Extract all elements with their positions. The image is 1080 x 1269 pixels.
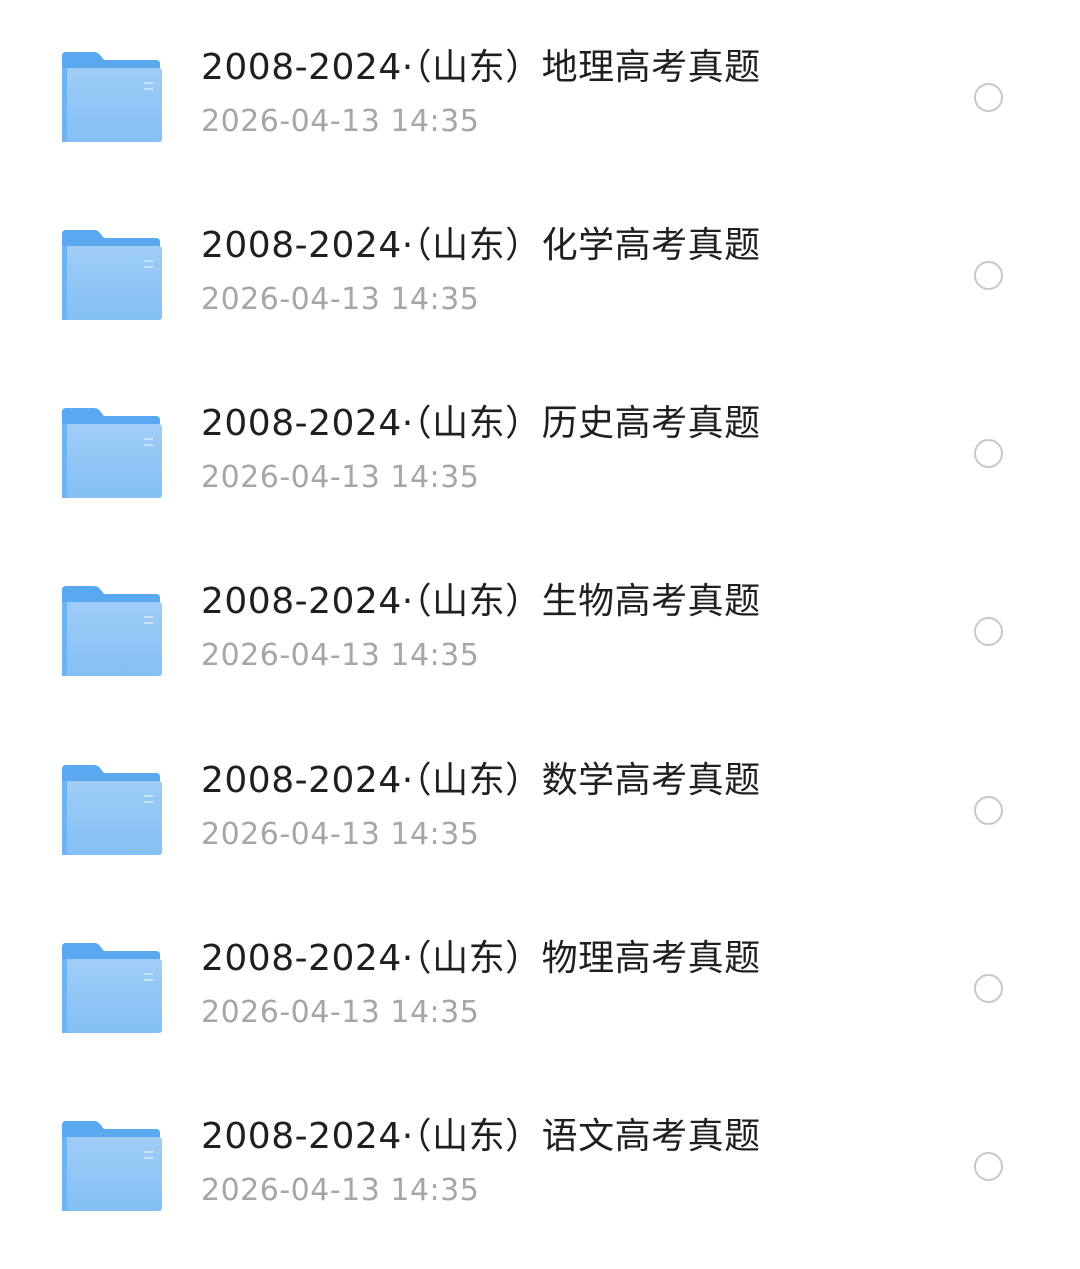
folder-name: 2008-2024·（山东）化学高考真题 xyxy=(201,225,761,266)
folder-name: 2008-2024·（山东）语文高考真题 xyxy=(201,1116,761,1157)
folder-name: 2008-2024·（山东）生物高考真题 xyxy=(201,581,761,622)
folder-icon xyxy=(60,763,164,857)
folder-modified-date: 2026-04-13 14:35 xyxy=(201,1173,480,1208)
folder-list: 2008-2024·（山东）地理高考真题 2026-04-13 14:35 20… xyxy=(0,0,1080,1251)
folder-modified-date: 2026-04-13 14:35 xyxy=(201,995,480,1030)
folder-row[interactable]: 2008-2024·（山东）化学高考真题 2026-04-13 14:35 xyxy=(0,200,1080,378)
folder-name: 2008-2024·（山东）物理高考真题 xyxy=(201,938,761,979)
folder-row[interactable]: 2008-2024·（山东）历史高考真题 2026-04-13 14:35 xyxy=(0,378,1080,556)
folder-modified-date: 2026-04-13 14:35 xyxy=(201,638,480,673)
select-radio-button[interactable] xyxy=(974,83,1003,112)
folder-row[interactable]: 2008-2024·（山东）数学高考真题 2026-04-13 14:35 xyxy=(0,735,1080,913)
select-radio-button[interactable] xyxy=(974,974,1003,1003)
folder-row[interactable]: 2008-2024·（山东）地理高考真题 2026-04-13 14:35 xyxy=(0,22,1080,200)
folder-name: 2008-2024·（山东）数学高考真题 xyxy=(201,760,761,801)
folder-icon xyxy=(60,50,164,144)
select-radio-button[interactable] xyxy=(974,261,1003,290)
folder-modified-date: 2026-04-13 14:35 xyxy=(201,282,480,317)
folder-row[interactable]: 2008-2024·（山东）物理高考真题 2026-04-13 14:35 xyxy=(0,913,1080,1091)
folder-modified-date: 2026-04-13 14:35 xyxy=(201,460,480,495)
folder-row[interactable]: 2008-2024·（山东）生物高考真题 2026-04-13 14:35 xyxy=(0,556,1080,734)
folder-modified-date: 2026-04-13 14:35 xyxy=(201,817,480,852)
select-radio-button[interactable] xyxy=(974,617,1003,646)
folder-icon xyxy=(60,941,164,1035)
folder-row[interactable]: 2008-2024·（山东）语文高考真题 2026-04-13 14:35 xyxy=(0,1091,1080,1269)
folder-icon xyxy=(60,584,164,678)
folder-icon xyxy=(60,406,164,500)
folder-icon xyxy=(60,1119,164,1213)
folder-name: 2008-2024·（山东）历史高考真题 xyxy=(201,403,761,444)
folder-modified-date: 2026-04-13 14:35 xyxy=(201,104,480,139)
select-radio-button[interactable] xyxy=(974,439,1003,468)
folder-icon xyxy=(60,228,164,322)
select-radio-button[interactable] xyxy=(974,1152,1003,1181)
select-radio-button[interactable] xyxy=(974,796,1003,825)
folder-name: 2008-2024·（山东）地理高考真题 xyxy=(201,47,761,88)
